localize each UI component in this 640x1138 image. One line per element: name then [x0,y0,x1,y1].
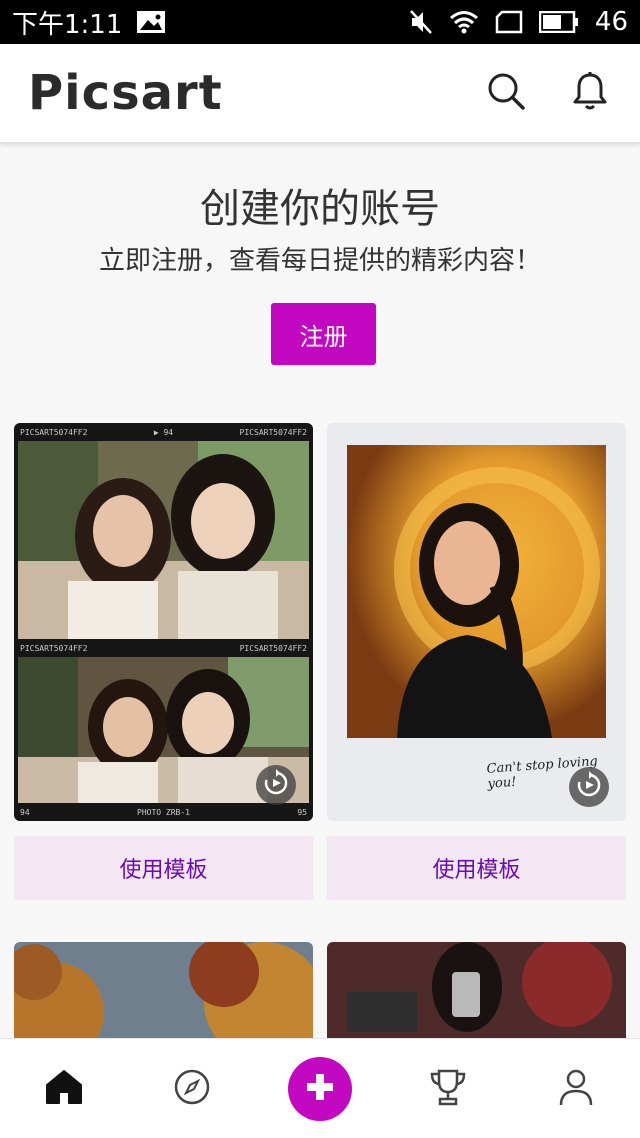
template-thumbnail-autumn [14,942,313,1052]
use-template-button[interactable]: 使用模板 [14,836,313,900]
film-code-right-2: PICSART5074FF2 [239,643,307,653]
wifi-icon [449,10,479,34]
replay-button[interactable] [256,765,296,805]
sim-icon [495,10,523,34]
app-header: Picsart [0,44,640,144]
film-code-left: PICSART5074FF2 [20,427,88,437]
hero-subtitle: 立即注册，查看每日提供的精彩内容！ [98,246,541,276]
nav-home[interactable] [32,1057,96,1121]
replay-icon [262,769,290,801]
gallery-notification-icon [136,10,166,34]
template-photo-portrait [347,445,606,738]
mute-icon [409,9,433,35]
nav-profile[interactable] [544,1057,608,1121]
plus-icon [304,1071,336,1107]
status-time: 下午1:11 [12,9,123,40]
film-strip-middle: PICSART5074FF2 PICSART5074FF2 [14,639,313,657]
battery-icon [538,11,579,33]
film-strip-bottom: 94 PHOTO ZRB-1 95 [14,803,313,821]
template-card-selfie[interactable] [327,942,626,1052]
template-thumbnail-selfie [327,942,626,1052]
create-button[interactable] [288,1056,352,1121]
film-code-right: PICSART5074FF2 [239,427,307,437]
search-icon [486,71,526,115]
film-frame-number: ▶ 94 [153,427,174,437]
signup-prompt: 创建你的账号 立即注册，查看每日提供的精彩内容！ [0,146,640,277]
film-code-left-2: PICSART5074FF2 [20,643,88,653]
bottom-navigation [0,1038,640,1138]
film-frame-left: 94 [20,807,30,817]
hero-title: 创建你的账号 [200,186,440,232]
picsart-logo: Picsart [28,65,223,121]
film-frame-right: 95 [297,807,307,817]
use-template-button[interactable]: 使用模板 [327,836,626,900]
template-photo-top [18,441,309,639]
template-card-autumn[interactable] [14,942,313,1052]
replay-button-2[interactable] [569,767,609,807]
replay-icon [575,771,603,803]
home-icon [44,1068,84,1110]
template-card-film[interactable]: PICSART5074FF2 ▶ 94 PICSART5074FF2 PICSA… [14,423,313,821]
bell-icon [571,71,609,115]
film-strip-top: PICSART5074FF2 ▶ 94 PICSART5074FF2 [14,423,313,441]
notifications-button[interactable] [568,71,612,115]
profile-icon [558,1067,594,1111]
template-card-polaroid[interactable]: Can't stop loving you! [327,423,626,821]
battery-level: 46 [594,7,628,37]
nav-challenges[interactable] [416,1057,480,1121]
film-label: PHOTO ZRB-1 [137,807,190,817]
search-button[interactable] [484,71,528,115]
status-bar: 下午1:11 46 [0,0,640,44]
compass-icon [173,1068,211,1110]
trophy-icon [428,1067,468,1111]
signup-button[interactable]: 注册 [271,303,376,365]
nav-explore[interactable] [160,1057,224,1121]
